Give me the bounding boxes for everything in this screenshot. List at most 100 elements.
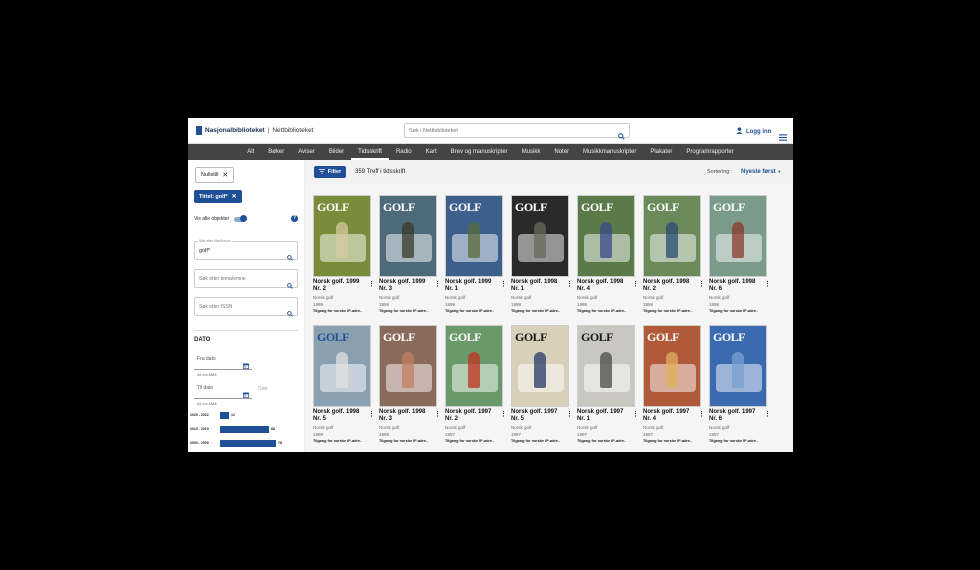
search-icon[interactable] — [287, 304, 293, 322]
magazine-cover-image[interactable]: GOLF — [577, 325, 635, 407]
histogram-bar[interactable] — [220, 425, 269, 433]
histogram-bar[interactable] — [220, 439, 276, 447]
magazine-cover-image[interactable]: GOLF — [709, 195, 767, 277]
login-button[interactable]: Logg inn — [736, 127, 771, 136]
nav-tab[interactable]: Brev og manuskripter — [444, 144, 515, 160]
more-options-icon[interactable]: ⋮ — [698, 410, 705, 418]
nav-tab[interactable]: Bøker — [261, 144, 291, 160]
to-date-field[interactable]: Til dato — [194, 380, 252, 399]
search-icon[interactable] — [287, 276, 293, 294]
result-title[interactable]: Norsk golf. 1997 Nr. 6 — [709, 409, 761, 423]
result-card[interactable]: GOLF Norsk golf. 1997 Nr. 4 ⋮ Norsk golf 199… — [643, 325, 705, 447]
histogram-row[interactable]: 2010 - 2019 68 — [190, 424, 275, 434]
result-card[interactable]: GOLF Norsk golf. 1998 Nr. 4 ⋮ Norsk golf 199… — [577, 195, 639, 317]
nav-tab[interactable]: Noter — [547, 144, 576, 160]
more-options-icon[interactable]: ⋮ — [632, 410, 639, 418]
more-options-icon[interactable]: ⋮ — [566, 280, 573, 288]
nav-tab[interactable]: Radio — [389, 144, 419, 160]
result-title[interactable]: Norsk golf. 1998 Nr. 2 — [643, 279, 695, 293]
result-title[interactable]: Norsk golf. 1998 Nr. 6 — [709, 279, 761, 293]
logo[interactable]: Nasjonalbiblioteket | Nettbiblioteket — [196, 126, 314, 135]
date-search-button[interactable]: Søk — [258, 386, 268, 392]
magazine-cover-image[interactable]: GOLF — [643, 195, 701, 277]
magazine-cover-image[interactable]: GOLF — [577, 195, 635, 277]
more-options-icon[interactable]: ⋮ — [434, 410, 441, 418]
more-options-icon[interactable]: ⋮ — [566, 410, 573, 418]
nav-tab[interactable]: Bilder — [322, 144, 351, 160]
magazine-cover-image[interactable]: GOLF — [445, 195, 503, 277]
search-icon[interactable] — [618, 127, 625, 145]
magazine-cover-image[interactable]: GOLF — [511, 195, 569, 277]
result-title[interactable]: Norsk golf. 1997 Nr. 4 — [643, 409, 695, 423]
magazine-cover-image[interactable]: GOLF — [313, 195, 371, 277]
more-options-icon[interactable]: ⋮ — [764, 280, 771, 288]
calendar-icon[interactable] — [242, 356, 250, 374]
calendar-icon[interactable] — [242, 385, 250, 403]
result-card[interactable]: GOLF Norsk golf. 1998 Nr. 2 ⋮ Norsk golf 199… — [643, 195, 705, 317]
nav-tab[interactable]: Musikkmanuskripter — [576, 144, 643, 160]
result-card[interactable]: GOLF Norsk golf. 1999 Nr. 3 ⋮ Norsk golf 199… — [379, 195, 441, 317]
nav-tab[interactable]: Plakater — [643, 144, 679, 160]
more-options-icon[interactable]: ⋮ — [500, 410, 507, 418]
nav-tab[interactable]: Musikk — [515, 144, 548, 160]
remove-filter-icon[interactable]: ✕ — [232, 193, 237, 200]
magazine-cover-image[interactable]: GOLF — [643, 325, 701, 407]
result-title[interactable]: Norsk golf. 1997 Nr. 2 — [445, 409, 497, 423]
result-card[interactable]: GOLF Norsk golf. 1997 Nr. 2 ⋮ Norsk golf 199… — [445, 325, 507, 447]
result-card[interactable]: GOLF Norsk golf. 1997 Nr. 5 ⋮ Norsk golf 199… — [511, 325, 573, 447]
result-title[interactable]: Norsk golf. 1998 Nr. 1 — [511, 279, 563, 293]
more-options-icon[interactable]: ⋮ — [434, 280, 441, 288]
from-date-field[interactable]: Fra dato — [194, 351, 252, 370]
result-title[interactable]: Norsk golf. 1998 Nr. 5 — [313, 409, 365, 423]
help-icon[interactable]: ? — [291, 215, 298, 222]
result-title[interactable]: Norsk golf. 1999 Nr. 2 — [313, 279, 365, 293]
result-title[interactable]: Norsk golf. 1997 Nr. 1 — [577, 409, 629, 423]
filter-button[interactable]: Filter — [314, 166, 346, 178]
magazine-cover-image[interactable]: GOLF — [379, 325, 437, 407]
result-title[interactable]: Norsk golf. 1999 Nr. 3 — [379, 279, 431, 293]
result-card[interactable]: GOLF Norsk golf. 1997 Nr. 6 ⋮ Norsk golf 199… — [709, 325, 771, 447]
magazine-cover-image[interactable]: GOLF — [445, 325, 503, 407]
result-card[interactable]: GOLF Norsk golf. 1998 Nr. 1 ⋮ Norsk golf 199… — [511, 195, 573, 317]
title-search-value[interactable]: golf* — [199, 248, 210, 254]
more-options-icon[interactable]: ⋮ — [368, 410, 375, 418]
more-options-icon[interactable]: ⋮ — [500, 280, 507, 288]
result-card[interactable]: GOLF Norsk golf. 1998 Nr. 6 ⋮ Norsk golf 199… — [709, 195, 771, 317]
sort-dropdown[interactable]: Nyeste først ▼ — [741, 169, 781, 175]
histogram-bar[interactable] — [220, 411, 229, 419]
result-title[interactable]: Norsk golf. 1998 Nr. 3 — [379, 409, 431, 423]
more-options-icon[interactable]: ⋮ — [764, 410, 771, 418]
reset-button[interactable]: Nullstill ✕ — [195, 167, 235, 183]
nav-tab[interactable]: Programrapporter — [679, 144, 740, 160]
more-options-icon[interactable]: ⋮ — [698, 280, 705, 288]
cover-masthead: GOLF — [647, 330, 680, 344]
histogram-row[interactable]: 2000 - 2009 78 — [190, 438, 282, 448]
histogram-row[interactable]: 2020 - 2022 12 — [190, 410, 235, 420]
show-all-toggle[interactable] — [234, 215, 248, 222]
cover-graphic — [732, 352, 744, 388]
nav-tab[interactable]: Tidsskrift — [351, 144, 389, 160]
more-options-icon[interactable]: ⋮ — [632, 280, 639, 288]
nav-tab[interactable]: Kart — [419, 144, 444, 160]
result-card[interactable]: GOLF Norsk golf. 1997 Nr. 1 ⋮ Norsk golf 199… — [577, 325, 639, 447]
active-filter-chip[interactable]: Tittel: golf* ✕ — [194, 190, 242, 203]
magazine-cover-image[interactable]: GOLF — [511, 325, 569, 407]
result-card[interactable]: GOLF Norsk golf. 1999 Nr. 2 ⋮ Norsk golf 199… — [313, 195, 375, 317]
result-title[interactable]: Norsk golf. 1997 Nr. 5 — [511, 409, 563, 423]
nav-tab[interactable]: Aviser — [291, 144, 322, 160]
title-search-field[interactable]: Søk etter tittel/forum golf* — [194, 239, 298, 261]
search-input[interactable] — [409, 125, 609, 136]
result-card[interactable]: GOLF Norsk golf. 1998 Nr. 3 ⋮ Norsk golf 199… — [379, 325, 441, 447]
result-title[interactable]: Norsk golf. 1999 Nr. 1 — [445, 279, 497, 293]
issn-search-field[interactable]: Søk etter ISSN — [194, 297, 298, 317]
magazine-cover-image[interactable]: GOLF — [709, 325, 767, 407]
nav-tab[interactable]: Alt — [240, 144, 261, 160]
result-card[interactable]: GOLF Norsk golf. 1999 Nr. 1 ⋮ Norsk golf 199… — [445, 195, 507, 317]
magazine-cover-image[interactable]: GOLF — [313, 325, 371, 407]
magazine-cover-image[interactable]: GOLF — [379, 195, 437, 277]
result-card[interactable]: GOLF Norsk golf. 1998 Nr. 5 ⋮ Norsk golf 199… — [313, 325, 375, 447]
more-options-icon[interactable]: ⋮ — [368, 280, 375, 288]
search-icon[interactable] — [287, 248, 293, 266]
topic-search-field[interactable]: Søk etter tema/emne — [194, 269, 298, 289]
result-title[interactable]: Norsk golf. 1998 Nr. 4 — [577, 279, 629, 293]
